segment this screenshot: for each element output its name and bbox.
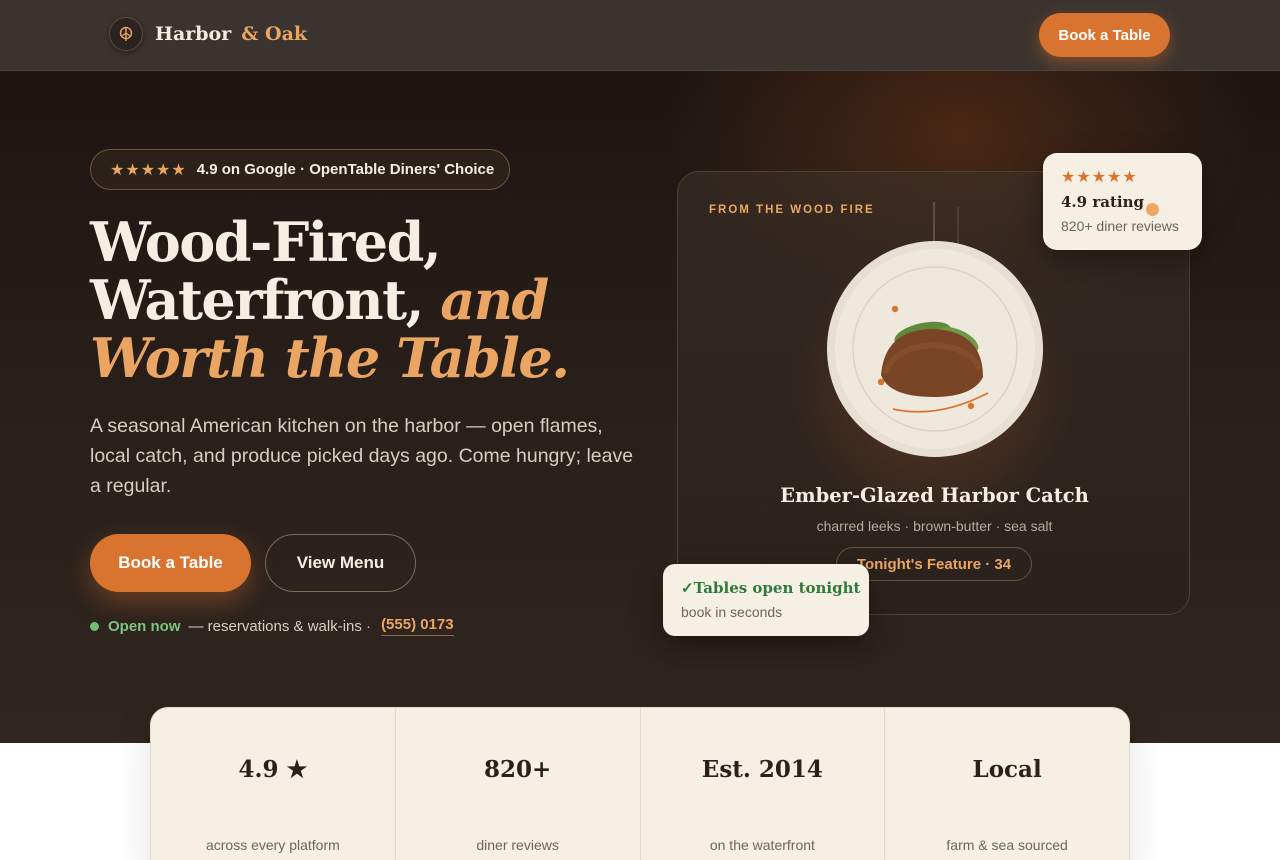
status-detail: — reservations & walk-ins · — [188, 617, 372, 635]
dish-description: charred leeks · brown-butter · sea salt — [816, 518, 1053, 534]
tables-open-sub: book in seconds — [681, 604, 783, 620]
book-table-button[interactable]: Book a Table — [90, 534, 251, 592]
rating-sub: 820+ diner reviews — [1061, 218, 1179, 234]
view-menu-button[interactable]: View Menu — [265, 534, 416, 592]
stat-value: Est. 2014 — [701, 756, 823, 783]
hero-headline: Wood-Fired, Waterfront, and Worth the Ta… — [90, 213, 650, 387]
phone-link[interactable]: (555) 0173 — [381, 616, 454, 636]
stat-item: 4.9 ★ across every platform — [151, 708, 396, 860]
stat-value: 4.9 ★ — [238, 756, 308, 783]
leaf-icon — [109, 17, 143, 51]
rating-value: 4.9 rating — [1061, 193, 1144, 211]
brand-name: Harbor — [155, 23, 232, 45]
stat-label: across every platform — [205, 837, 340, 853]
stat-label: on the waterfront — [709, 837, 815, 853]
stat-value: 820+ — [483, 756, 552, 783]
nav-book-table-button[interactable]: Book a Table — [1039, 13, 1170, 57]
open-status: Open now — reservations & walk-ins · (55… — [90, 614, 454, 638]
stat-label: farm & sea sourced — [946, 837, 1068, 853]
stat-item: Est. 2014 on the waterfront — [641, 708, 886, 860]
brand-logo-link[interactable]: Harbor & Oak — [109, 17, 307, 51]
headline-accent-1: and — [440, 268, 549, 332]
stat-item: Local farm & sea sourced — [885, 708, 1129, 860]
pulse-dot-icon — [1146, 203, 1159, 216]
hero-lede: A seasonal American kitchen on the harbo… — [90, 415, 634, 497]
star-rating-icon: ★★★★★ — [1061, 169, 1138, 186]
headline-line-1: Wood-Fired, — [90, 210, 442, 274]
dish-name: Ember-Glazed Harbor Catch — [780, 484, 1089, 507]
headline-accent-2: Worth the Table. — [90, 326, 570, 390]
rating-pill-text: 4.9 on Google · OpenTable Diners' Choice — [196, 161, 495, 178]
star-rating-icon: ★★★★★ — [110, 161, 187, 179]
top-nav: Harbor & Oak Book a Table — [0, 0, 1280, 71]
tables-open-card: ✓Tables open tonight book in seconds — [663, 564, 869, 636]
brand-name-accent: & Oak — [241, 23, 308, 45]
stat-label: diner reviews — [476, 837, 559, 853]
stat-value: Local — [972, 756, 1042, 783]
status-open-label: Open now — [108, 617, 181, 635]
tables-open-title: ✓Tables open tonight — [681, 579, 861, 597]
rating-pill: ★★★★★ 4.9 on Google · OpenTable Diners' … — [90, 149, 510, 190]
rating-float-card: ★★★★★ 4.9 rating 820+ diner reviews — [1043, 153, 1202, 250]
plate-illustration — [827, 202, 1043, 457]
headline-line-2: Waterfront, — [90, 268, 424, 332]
status-dot-icon — [90, 621, 99, 631]
stat-item: 820+ diner reviews — [396, 708, 641, 860]
stats-strip: 4.9 ★ across every platform 820+ diner r… — [150, 707, 1130, 860]
